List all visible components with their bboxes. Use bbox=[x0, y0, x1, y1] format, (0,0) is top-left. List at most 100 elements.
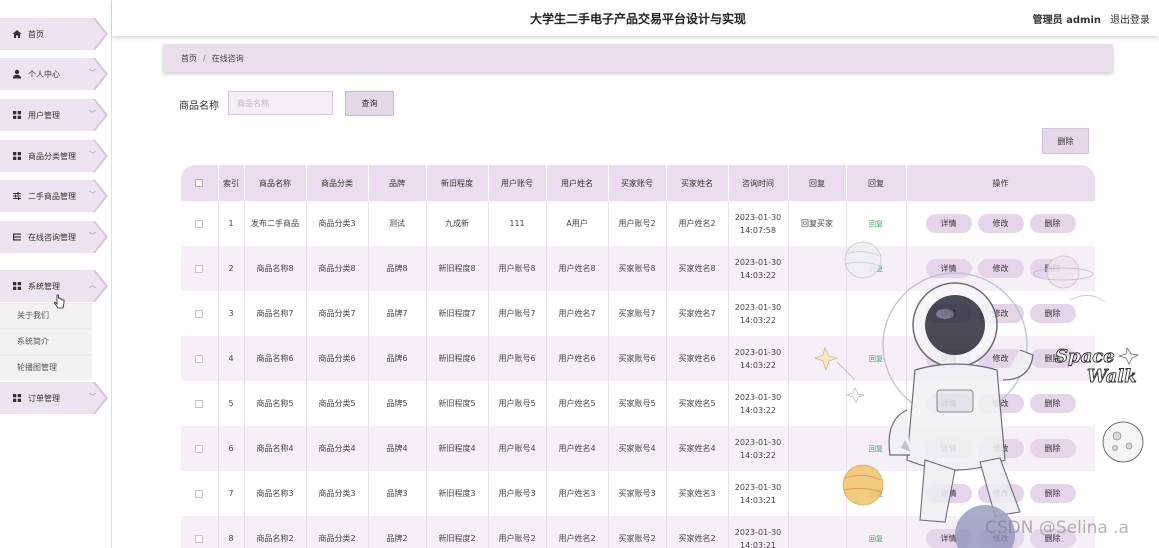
sidebar-item-label: 系统管理 bbox=[28, 281, 60, 291]
sidebar-item-label: 订单管理 bbox=[28, 393, 60, 403]
sidebar-item-home[interactable]: 首页 bbox=[0, 18, 108, 50]
table-row: 1 发布二手商品 商品分类3 测试 九成新 111 A用户 用户账号2 用户姓名2 2023-01… bbox=[181, 201, 1095, 246]
edit-button[interactable]: 修改 bbox=[977, 304, 1024, 323]
edit-button[interactable]: 修改 bbox=[977, 394, 1024, 413]
select-all-cell bbox=[181, 165, 219, 201]
cell-name: 商品名称2 bbox=[244, 516, 307, 548]
edit-button[interactable]: 修改 bbox=[977, 439, 1024, 458]
delete-button[interactable]: 删除 bbox=[1029, 304, 1076, 323]
grid-icon bbox=[12, 281, 22, 291]
submenu-item-system-intro[interactable]: 系统简介 bbox=[0, 330, 92, 354]
detail-button[interactable]: 详情 bbox=[925, 349, 972, 368]
column-header: 商品名称 bbox=[244, 165, 307, 201]
column-header: 新旧程度 bbox=[426, 165, 489, 201]
row-checkbox[interactable] bbox=[195, 264, 204, 273]
detail-button[interactable]: 详情 bbox=[925, 214, 972, 233]
detail-button[interactable]: 详情 bbox=[925, 439, 972, 458]
cell-index: 8 bbox=[218, 516, 245, 548]
row-checkbox[interactable] bbox=[195, 309, 204, 318]
submenu-item-about-us[interactable]: 关于我们 bbox=[0, 304, 92, 328]
breadcrumb-home[interactable]: 首页 bbox=[181, 53, 197, 64]
reply-link[interactable]: 回复 bbox=[869, 355, 883, 363]
row-checkbox[interactable] bbox=[195, 354, 204, 363]
table-row: 3 商品名称7 商品分类7 品牌7 新旧程度7 用户账号7 用户姓名7 买家账号7 买家姓名7 2… bbox=[181, 291, 1095, 336]
cell-condition: 新旧程度5 bbox=[426, 381, 489, 426]
delete-button[interactable]: 删除 bbox=[1029, 349, 1076, 368]
row-checkbox[interactable] bbox=[195, 534, 204, 543]
cell-category: 商品分类2 bbox=[306, 516, 369, 548]
select-all-checkbox[interactable] bbox=[195, 179, 204, 187]
delete-button[interactable]: 删除 bbox=[1029, 484, 1076, 503]
sidebar-item-label: 在线咨询管理 bbox=[28, 232, 76, 242]
cell-user-account: 用户账号5 bbox=[488, 381, 547, 426]
table-body: 1 发布二手商品 商品分类3 测试 九成新 111 A用户 用户账号2 用户姓名2 2023-01… bbox=[181, 201, 1095, 548]
edit-button[interactable]: 修改 bbox=[977, 349, 1024, 368]
row-actions: 详情 修改 删除 bbox=[907, 394, 1095, 413]
product-name-search-input[interactable] bbox=[228, 91, 333, 115]
detail-button[interactable]: 详情 bbox=[925, 259, 972, 278]
column-header: 回复 bbox=[788, 165, 847, 201]
column-header: 咨询时间 bbox=[728, 165, 789, 201]
delete-button[interactable]: 删除 bbox=[1029, 214, 1076, 233]
sidebar-item-user-management[interactable]: 用户管理 ﹀ bbox=[0, 99, 108, 131]
sidebar-item-order-management[interactable]: 订单管理 ﹀ bbox=[0, 382, 108, 414]
column-header: 操作 bbox=[906, 165, 1095, 201]
cell-category: 商品分类3 bbox=[306, 201, 369, 246]
column-header: 用户账号 bbox=[488, 165, 547, 201]
row-actions-cell: 详情 修改 删除 bbox=[906, 426, 1095, 471]
search-button[interactable]: 查询 bbox=[345, 91, 394, 116]
table-row: 2 商品名称8 商品分类8 品牌8 新旧程度8 用户账号8 用户姓名8 买家账号8 买家姓名8 2… bbox=[181, 246, 1095, 291]
cell-buyer-name: 买家姓名5 bbox=[666, 381, 729, 426]
cell-name: 商品名称3 bbox=[244, 471, 307, 516]
column-header: 买家账号 bbox=[608, 165, 667, 201]
sidebar-item-label: 商品分类管理 bbox=[28, 151, 76, 161]
cell-user-account: 用户账号8 bbox=[488, 246, 547, 291]
cell-condition: 新旧程度3 bbox=[426, 471, 489, 516]
edit-button[interactable]: 修改 bbox=[977, 214, 1024, 233]
edit-button[interactable]: 修改 bbox=[977, 259, 1024, 278]
row-checkbox[interactable] bbox=[195, 444, 204, 453]
reply-link[interactable]: 回复 bbox=[869, 535, 883, 543]
sliders-icon bbox=[12, 191, 22, 201]
batch-delete-button[interactable]: 删除 bbox=[1042, 128, 1089, 154]
delete-button[interactable]: 删除 bbox=[1029, 439, 1076, 458]
home-icon bbox=[12, 29, 22, 39]
cell-user-name: 用户姓名8 bbox=[546, 246, 609, 291]
row-select-cell bbox=[181, 291, 219, 336]
consult-table: 索引 商品名称 商品分类 品牌 新旧程度 用户账号 用户姓名 买家账号 买家姓名… bbox=[181, 165, 1095, 548]
cell-reply bbox=[788, 336, 847, 381]
search-label: 商品名称 bbox=[179, 101, 219, 112]
reply-link[interactable]: 回复 bbox=[869, 265, 883, 273]
detail-button[interactable]: 详情 bbox=[925, 484, 972, 503]
cell-condition: 新旧程度4 bbox=[426, 426, 489, 471]
row-actions: 详情 修改 删除 bbox=[907, 349, 1095, 368]
detail-button[interactable]: 详情 bbox=[925, 529, 972, 548]
sidebar-item-secondhand-goods[interactable]: 二手商品管理 ﹀ bbox=[0, 180, 108, 212]
cell-index: 6 bbox=[218, 426, 245, 471]
reply-link[interactable]: 回复 bbox=[869, 445, 883, 453]
submenu-item-carousel[interactable]: 轮播图管理 bbox=[0, 356, 92, 380]
row-checkbox[interactable] bbox=[195, 219, 204, 228]
row-checkbox[interactable] bbox=[195, 489, 204, 498]
detail-button[interactable]: 详情 bbox=[925, 394, 972, 413]
cell-user-name: 用户姓名2 bbox=[546, 516, 609, 548]
sidebar-item-category-management[interactable]: 商品分类管理 ﹀ bbox=[0, 140, 108, 172]
logout-link[interactable]: 退出登录 bbox=[1110, 11, 1150, 26]
sidebar-item-consult-management[interactable]: 在线咨询管理 ﹀ bbox=[0, 221, 108, 253]
current-user: 管理员 admin bbox=[1032, 15, 1101, 26]
cell-user-account: 用户账号3 bbox=[488, 471, 547, 516]
cell-condition: 新旧程度7 bbox=[426, 291, 489, 336]
sidebar-item-personal-center[interactable]: 个人中心 ﹀ bbox=[0, 58, 108, 90]
sidebar-item-system-management[interactable]: 系统管理 ︿ bbox=[0, 270, 108, 302]
reply-link[interactable]: 回复 bbox=[869, 490, 883, 498]
delete-button[interactable]: 删除 bbox=[1029, 259, 1076, 278]
row-checkbox[interactable] bbox=[195, 399, 204, 408]
reply-link[interactable]: 回复 bbox=[869, 220, 883, 228]
edit-button[interactable]: 修改 bbox=[977, 484, 1024, 503]
chevron-down-icon: ﹀ bbox=[89, 69, 96, 77]
detail-button[interactable]: 详情 bbox=[925, 304, 972, 323]
delete-button[interactable]: 删除 bbox=[1029, 394, 1076, 413]
cell-user-name: 用户姓名3 bbox=[546, 471, 609, 516]
cell-buyer-name: 买家姓名2 bbox=[666, 516, 729, 548]
reply-link-cell: 回复 bbox=[846, 516, 907, 548]
